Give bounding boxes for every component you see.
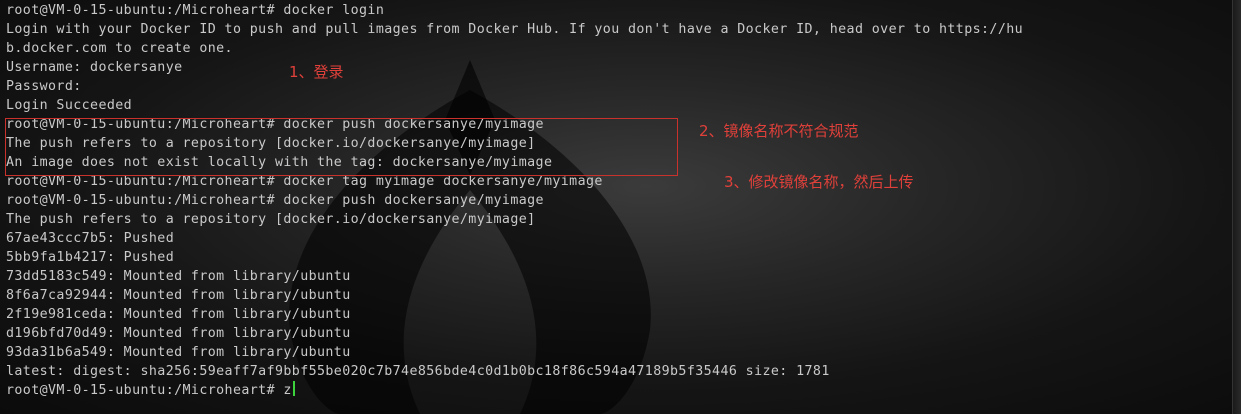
text-cursor bbox=[292, 381, 295, 396]
terminal-line: latest: digest: sha256:59eaff7af9bbf55be… bbox=[6, 364, 830, 379]
terminal-line: The push refers to a repository [docker.… bbox=[6, 212, 536, 227]
terminal-output[interactable]: root@VM-0-15-ubuntu:/Microheart# docker … bbox=[6, 1, 1226, 400]
terminal-line: d196bfd70d49: Mounted from library/ubunt… bbox=[6, 326, 351, 341]
terminal-line: 73dd5183c549: Mounted from library/ubunt… bbox=[6, 269, 351, 284]
terminal-line: 5bb9fa1b4217: Pushed bbox=[6, 250, 175, 265]
annotation-step-3: 3、修改镜像名称，然后上传 bbox=[724, 173, 914, 191]
terminal-line: 67ae43ccc7b5: Pushed bbox=[6, 231, 175, 246]
terminal-line: root@VM-0-15-ubuntu:/Microheart# docker … bbox=[6, 193, 544, 208]
terminal-line: Password: bbox=[6, 79, 82, 94]
annotation-step-2: 2、镜像名称不符合规范 bbox=[699, 122, 859, 140]
terminal-line: root@VM-0-15-ubuntu:/Microheart# docker … bbox=[6, 3, 385, 18]
terminal-line: Username: dockersanye bbox=[6, 60, 183, 75]
terminal-line: Login with your Docker ID to push and pu… bbox=[6, 22, 1024, 37]
terminal-line: Login Succeeded bbox=[6, 98, 133, 113]
terminal-prompt-line[interactable]: root@VM-0-15-ubuntu:/Microheart# z bbox=[6, 381, 1226, 400]
terminal-line: 8f6a7ca92944: Mounted from library/ubunt… bbox=[6, 288, 351, 303]
terminal-line: 93da31b6a549: Mounted from library/ubunt… bbox=[6, 345, 351, 360]
terminal-line: b.docker.com to create one. bbox=[6, 41, 233, 56]
error-highlight-box bbox=[5, 118, 678, 176]
terminal-line: 2f19e981ceda: Mounted from library/ubunt… bbox=[6, 307, 351, 322]
shell-prompt: root@VM-0-15-ubuntu:/Microheart# bbox=[6, 383, 284, 398]
annotation-step-1: 1、登录 bbox=[289, 63, 344, 81]
window-scrollbar[interactable] bbox=[1232, 0, 1241, 414]
command-input[interactable]: z bbox=[283, 383, 291, 398]
